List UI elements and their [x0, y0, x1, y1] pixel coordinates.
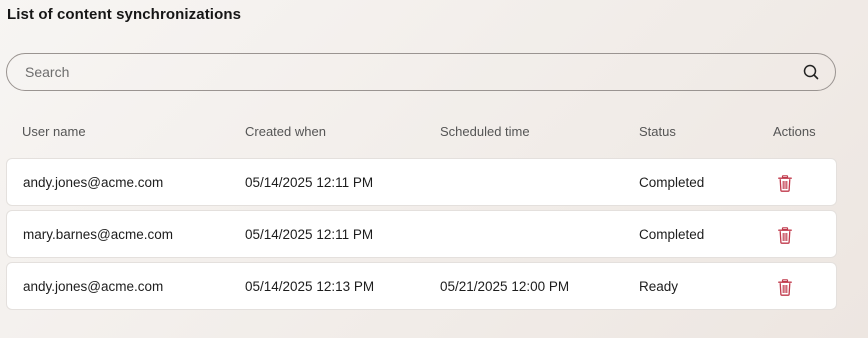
column-header-actions: Actions [773, 124, 816, 139]
scheduled-time-cell: 05/21/2025 12:00 PM [440, 279, 570, 294]
table-row[interactable]: andy.jones@acme.com 05/14/2025 12:13 PM … [6, 262, 837, 310]
table-header: User name Created when Scheduled time St… [0, 124, 868, 142]
created-when-cell: 05/14/2025 12:13 PM [245, 279, 375, 294]
user-name-cell: andy.jones@acme.com [23, 279, 164, 294]
status-cell: Ready [639, 279, 679, 294]
table-row[interactable]: andy.jones@acme.com 05/14/2025 12:11 PM … [6, 158, 837, 206]
search-icon[interactable] [802, 63, 820, 81]
trash-icon [778, 278, 792, 296]
search-box[interactable] [6, 53, 836, 91]
status-cell: Completed [639, 175, 705, 190]
table-row[interactable]: mary.barnes@acme.com 05/14/2025 12:11 PM… [6, 210, 837, 258]
search-input[interactable] [7, 54, 802, 90]
trash-icon [778, 226, 792, 244]
status-cell: Completed [639, 227, 705, 242]
created-when-cell: 05/14/2025 12:11 PM [245, 175, 374, 190]
trash-icon [778, 174, 792, 192]
user-name-cell: mary.barnes@acme.com [23, 227, 173, 242]
delete-button[interactable] [776, 277, 794, 297]
column-header-user-name[interactable]: User name [22, 124, 86, 139]
column-header-created-when[interactable]: Created when [245, 124, 326, 139]
created-when-cell: 05/14/2025 12:11 PM [245, 227, 374, 242]
user-name-cell: andy.jones@acme.com [23, 175, 164, 190]
column-header-scheduled-time[interactable]: Scheduled time [440, 124, 530, 139]
column-header-status[interactable]: Status [639, 124, 676, 139]
page-title: List of content synchronizations [7, 6, 242, 23]
delete-button[interactable] [776, 173, 794, 193]
delete-button[interactable] [776, 225, 794, 245]
